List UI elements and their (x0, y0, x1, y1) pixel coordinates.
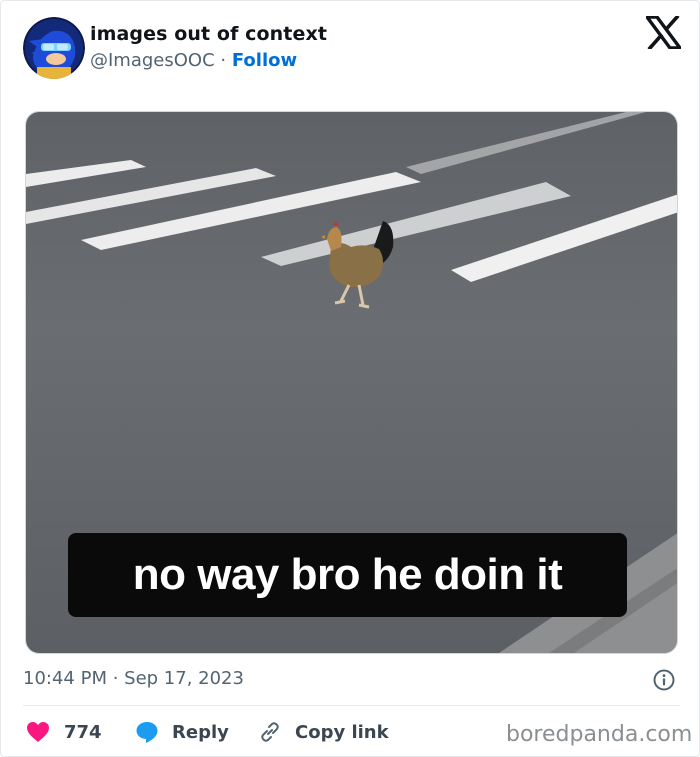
tweet-media[interactable]: no way bro he doin it (25, 111, 678, 654)
like-count: 774 (64, 721, 102, 743)
tweet-card: images out of context @ImagesOOC · Follo… (0, 0, 700, 757)
info-icon[interactable] (652, 668, 676, 692)
watermark: boredpanda.com (506, 722, 693, 747)
follow-button[interactable]: Follow (232, 50, 297, 71)
reply-button[interactable]: Reply (135, 718, 229, 746)
sonic-avatar-icon (23, 17, 85, 79)
copy-link-label: Copy link (295, 721, 389, 743)
author-name[interactable]: images out of context (90, 23, 327, 45)
handle-line: @ImagesOOC · Follow (90, 50, 297, 71)
avatar[interactable] (23, 17, 85, 79)
separator-dot: · (220, 50, 227, 71)
x-logo-icon[interactable] (643, 14, 684, 51)
tweet-timestamp[interactable]: 10:44 PM · Sep 17, 2023 (23, 668, 244, 689)
like-button[interactable]: 774 (26, 718, 102, 746)
copy-link-button[interactable]: Copy link (258, 718, 389, 746)
link-icon (261, 722, 279, 742)
reply-bubble-icon (136, 722, 158, 743)
divider (23, 705, 680, 706)
caption-overlay: no way bro he doin it (68, 533, 627, 617)
reply-label: Reply (172, 721, 229, 743)
author-handle[interactable]: @ImagesOOC (90, 50, 215, 71)
caption-text: no way bro he doin it (132, 550, 563, 599)
heart-icon (27, 722, 49, 742)
